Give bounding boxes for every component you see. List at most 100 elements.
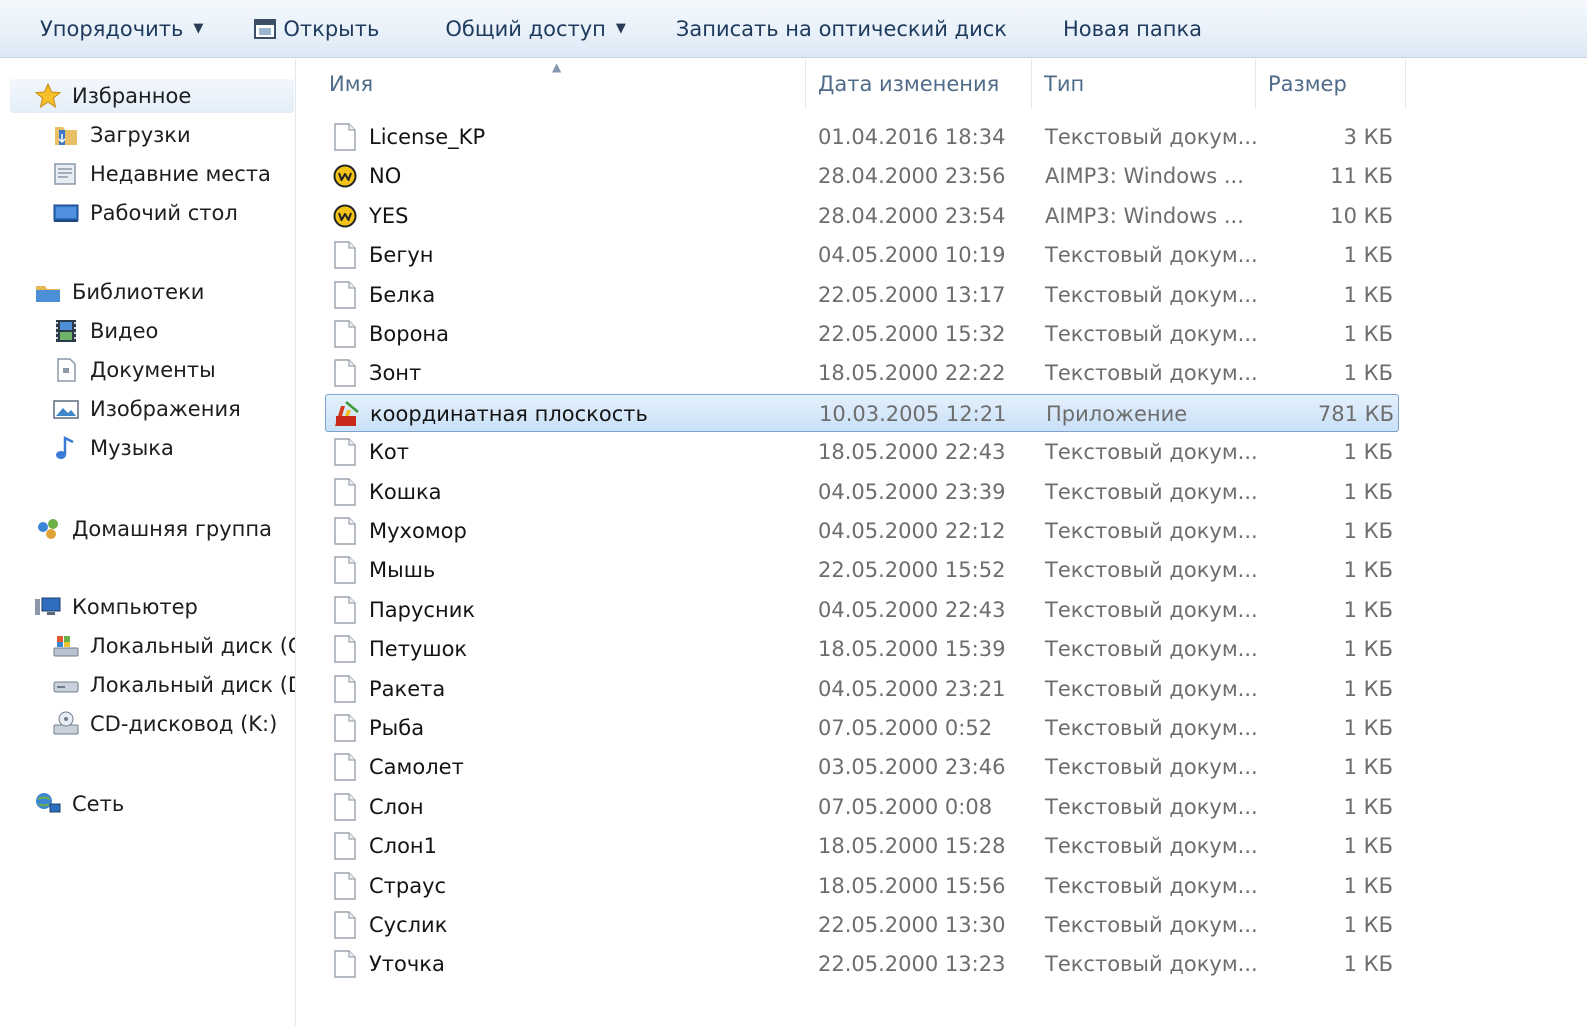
text-file-icon xyxy=(331,709,359,747)
file-name: Белка xyxy=(369,282,436,307)
file-row[interactable]: Уточка 22.05.2000 13:23 Текстовый докум...… xyxy=(325,945,1399,983)
file-size: 1 КБ xyxy=(1343,755,1393,780)
nav-favorites[interactable]: Избранное xyxy=(10,79,294,113)
music-note-icon xyxy=(56,435,74,459)
nav-local-disk-c[interactable]: Локальный диск (C xyxy=(52,629,296,663)
column-header-size[interactable]: Размер xyxy=(1256,59,1406,109)
file-row[interactable]: Ракета 04.05.2000 23:21 Текстовый докум...… xyxy=(325,670,1399,708)
nav-downloads-label: Загрузки xyxy=(90,123,191,147)
column-header-type[interactable]: Тип xyxy=(1032,59,1256,109)
nav-video-label: Видео xyxy=(90,319,159,343)
column-header-type-label: Тип xyxy=(1044,72,1085,96)
file-row[interactable]: Ворона 22.05.2000 15:32 Текстовый докум...… xyxy=(325,315,1399,353)
file-date: 18.05.2000 15:39 xyxy=(818,637,1006,662)
star-icon xyxy=(34,82,62,109)
nav-local-disk-c-label: Локальный диск (C xyxy=(90,634,296,658)
file-name: Рыба xyxy=(369,716,425,740)
file-date: 04.05.2000 22:43 xyxy=(818,597,1006,622)
text-file-icon xyxy=(331,867,359,905)
column-header-date-label: Дата изменения xyxy=(818,72,1000,96)
column-header-name-label: Имя xyxy=(329,72,374,96)
file-date: 18.05.2000 22:22 xyxy=(818,361,1006,386)
file-row[interactable]: Слон 07.05.2000 0:08 Текстовый докум... 1 К… xyxy=(325,788,1399,826)
nav-recent-places[interactable]: Недавние места xyxy=(52,157,271,191)
nav-cd-drive-label: CD-дисковод (K:) xyxy=(90,712,278,736)
nav-local-disk-d-label: Локальный диск (D xyxy=(90,673,296,697)
nav-downloads[interactable]: Загрузки xyxy=(52,118,191,152)
file-row[interactable]: Парусник 04.05.2000 22:43 Текстовый докум.… xyxy=(325,591,1399,629)
file-row[interactable]: Мышь 22.05.2000 15:52 Текстовый докум... 1 … xyxy=(325,551,1399,589)
file-row[interactable]: Самолет 03.05.2000 23:46 Текстовый докум..… xyxy=(325,748,1399,786)
nav-pictures-label: Изображения xyxy=(90,397,241,421)
nav-pictures[interactable]: Изображения xyxy=(52,392,241,426)
command-bar: Упорядочить ▼ Открыть Общий доступ ▼ Зап… xyxy=(0,0,1587,58)
text-file-icon xyxy=(331,473,359,511)
file-row[interactable]: Кошка 04.05.2000 23:39 Текстовый докум... 1… xyxy=(325,473,1399,511)
file-row[interactable]: Мухомор 04.05.2000 22:12 Текстовый докум..… xyxy=(325,512,1399,550)
file-row[interactable]: Белка 22.05.2000 13:17 Текстовый докум... 1… xyxy=(325,276,1399,314)
nav-video[interactable]: Видео xyxy=(52,314,158,348)
burn-disc-button[interactable]: Записать на оптический диск xyxy=(668,9,1015,49)
file-size: 1 КБ xyxy=(1343,322,1393,346)
file-row[interactable]: координатная плоскость 10.03.2005 12:21 Пр… xyxy=(325,393,1399,433)
file-size: 1 КБ xyxy=(1343,637,1393,662)
text-file-icon xyxy=(331,354,359,392)
nav-desktop[interactable]: Рабочий стол xyxy=(52,196,238,230)
file-row[interactable]: License_KP 01.04.2016 18:34 Текстовый доку… xyxy=(325,118,1399,156)
downloads-folder-icon xyxy=(55,127,77,145)
file-date: 28.04.2000 23:56 xyxy=(818,164,1006,189)
nav-music[interactable]: Музыка xyxy=(52,431,174,465)
chevron-down-icon: ▼ xyxy=(193,21,204,36)
network-icon xyxy=(36,793,61,813)
file-row[interactable]: Страус 18.05.2000 15:56 Текстовый докум...… xyxy=(325,867,1399,905)
file-date: 10.03.2005 12:21 xyxy=(819,401,1007,426)
column-header-date[interactable]: Дата изменения xyxy=(806,59,1032,109)
navigation-pane: Избранное Загрузки Недавние места Рабочи… xyxy=(0,59,296,1026)
file-row[interactable]: NO 28.04.2000 23:56 AIMP3: Windows ... 11 К… xyxy=(325,157,1399,195)
file-date: 22.05.2000 15:32 xyxy=(818,322,1006,346)
share-label: Общий доступ xyxy=(445,16,606,41)
nav-cd-drive[interactable]: CD-дисковод (K:) xyxy=(52,707,277,741)
file-date: 22.05.2000 13:30 xyxy=(818,913,1006,937)
file-size: 10 КБ xyxy=(1330,203,1393,228)
file-row[interactable]: Бегун 04.05.2000 10:19 Текстовый докум... 1… xyxy=(325,236,1399,274)
file-name: YES xyxy=(369,203,409,228)
file-row[interactable]: Суслик 22.05.2000 13:30 Текстовый докум...… xyxy=(325,906,1399,944)
application-icon xyxy=(332,395,360,433)
nav-libraries[interactable]: Библиотеки xyxy=(34,275,204,309)
text-file-icon xyxy=(331,788,359,826)
file-row[interactable]: Рыба 07.05.2000 0:52 Текстовый докум... 1 К… xyxy=(325,709,1399,747)
nav-network[interactable]: Сеть xyxy=(34,787,124,821)
file-row[interactable]: Зонт 18.05.2000 22:22 Текстовый докум... 1 … xyxy=(325,354,1399,392)
file-row[interactable]: Петушок 18.05.2000 15:39 Текстовый докум..… xyxy=(325,630,1399,668)
file-row[interactable]: Кот 18.05.2000 22:43 Текстовый докум... 1 К… xyxy=(325,433,1399,471)
column-header-size-label: Размер xyxy=(1268,72,1347,96)
file-row[interactable]: Слон1 18.05.2000 15:28 Текстовый докум... 1… xyxy=(325,827,1399,865)
file-name: Кот xyxy=(369,440,409,465)
file-size: 1 КБ xyxy=(1343,597,1393,622)
file-row[interactable]: YES 28.04.2000 23:54 AIMP3: Windows ... 10 … xyxy=(325,197,1399,235)
nav-documents[interactable]: Документы xyxy=(52,353,216,387)
nav-computer[interactable]: Компьютер xyxy=(34,590,198,624)
file-date: 07.05.2000 0:08 xyxy=(818,794,993,819)
open-window-icon xyxy=(254,18,277,39)
file-date: 18.05.2000 15:56 xyxy=(818,873,1006,898)
file-name: Кошка xyxy=(369,479,442,504)
nav-homegroup[interactable]: Домашняя группа xyxy=(34,512,272,546)
text-file-icon xyxy=(331,827,359,865)
column-header-name[interactable]: Имя xyxy=(317,59,806,109)
file-date: 22.05.2000 15:52 xyxy=(818,558,1006,583)
nav-libraries-label: Библиотеки xyxy=(72,280,205,304)
nav-homegroup-label: Домашняя группа xyxy=(72,517,272,541)
organize-button[interactable]: Упорядочить ▼ xyxy=(32,9,211,49)
system-drive-icon xyxy=(53,636,79,657)
new-folder-button[interactable]: Новая папка xyxy=(1055,9,1210,49)
share-button[interactable]: Общий доступ ▼ xyxy=(437,9,634,49)
desktop-icon xyxy=(53,204,79,222)
file-date: 07.05.2000 0:52 xyxy=(818,716,993,740)
text-file-icon xyxy=(331,945,359,983)
text-file-icon xyxy=(331,433,359,471)
nav-local-disk-d[interactable]: Локальный диск (D xyxy=(52,668,296,702)
open-button[interactable]: Открыть xyxy=(245,9,387,49)
computer-icon xyxy=(35,597,61,615)
